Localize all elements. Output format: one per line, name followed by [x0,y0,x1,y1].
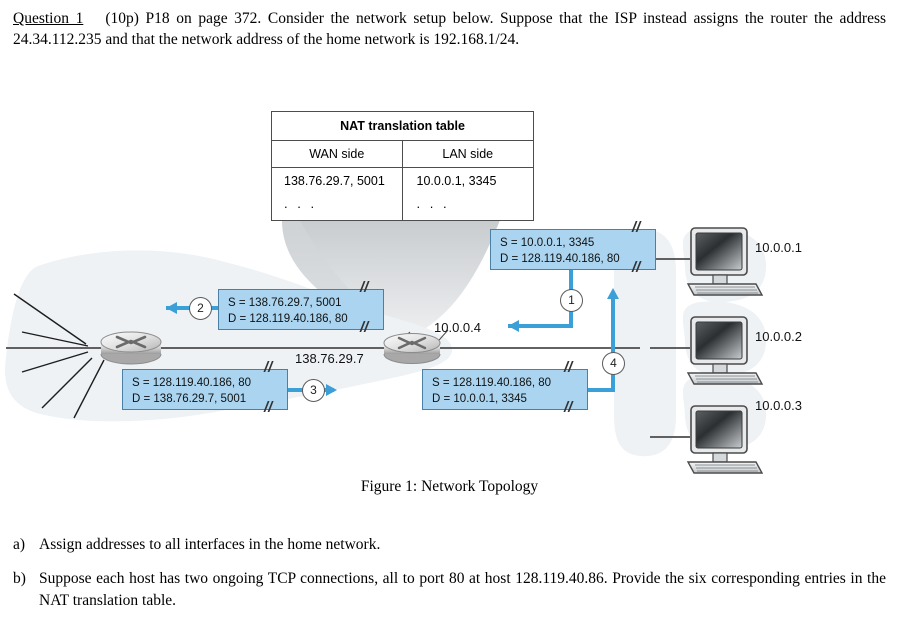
step-marker-4: 4 [602,352,625,375]
question-label: Question 1 [13,10,84,27]
nat-table-title: NAT translation table [272,112,533,141]
tear-mark-icon: // [264,359,273,376]
nat-column-lan: LAN side [442,147,494,161]
tear-mark-icon: // [360,279,369,296]
question-points: (10p) [105,10,139,27]
tear-mark-icon: // [632,219,641,236]
nat-table-header-row: WAN side LAN side [272,141,533,168]
packet-2-source: S = 138.76.29.7, 5001 [228,297,342,309]
host-address-label-3: 10.0.0.3 [755,398,802,413]
packet-4-source: S = 128.119.40.186, 80 [432,377,552,389]
network-topology-figure: NAT translation table WAN side LAN side … [0,96,899,476]
step-marker-1: 1 [560,289,583,312]
isp-router-icon [100,331,162,365]
nat-cell-wan-entry: 138.76.29.7, 5001 [272,168,403,194]
tear-mark-icon: // [564,399,573,416]
nat-column-wan: WAN side [272,141,403,167]
tear-mark-icon: // [264,399,273,416]
wan-interface-label: 138.76.29.7 [295,351,364,366]
tear-mark-icon: // [360,319,369,336]
host-address-label-1: 10.0.0.1 [755,240,802,255]
question-text: P18 on page 372. Consider the network se… [13,10,887,49]
subquestion-b-marker: b) [13,570,26,588]
nat-cell-wan-ellipsis: . . . [272,194,403,220]
packet-3-source: S = 128.119.40.186, 80 [132,377,252,389]
nat-table-row: . . . . . . [272,194,533,220]
tear-mark-icon: // [564,359,573,376]
step-marker-2: 2 [189,297,212,320]
subquestion-a-marker: a) [13,536,26,553]
figure-caption: Figure 1: Network Topology [360,478,539,495]
nat-cell-lan-entry: 10.0.0.1, 3345 [416,174,497,188]
subquestion-a: a) Assign addresses to all interfaces in… [13,534,886,555]
nat-cell-lan-ellipsis: . . . [416,196,450,211]
nat-translation-table: NAT translation table WAN side LAN side … [271,111,534,221]
packet-1-source: S = 10.0.0.1, 3345 [500,237,595,249]
subquestion-a-text: Assign addresses to all interfaces in th… [39,536,381,553]
nat-table-body: 138.76.29.7, 5001 10.0.0.1, 3345 . . . .… [272,168,533,220]
nat-table-row: 138.76.29.7, 5001 10.0.0.1, 3345 [272,168,533,194]
lan-interface-label: 10.0.0.4 [434,320,481,335]
nat-router-icon [383,333,441,364]
step-marker-3: 3 [302,379,325,402]
subquestion-list: a) Assign addresses to all interfaces in… [13,534,886,624]
question-statement: Question 1 (10p) P18 on page 372. Conside… [13,8,886,51]
tear-mark-icon: // [632,259,641,276]
host-address-label-2: 10.0.0.2 [755,329,802,344]
subquestion-b-text: Suppose each host has two ongoing TCP co… [39,570,886,609]
subquestion-b: b) Suppose each host has two ongoing TCP… [13,568,886,611]
